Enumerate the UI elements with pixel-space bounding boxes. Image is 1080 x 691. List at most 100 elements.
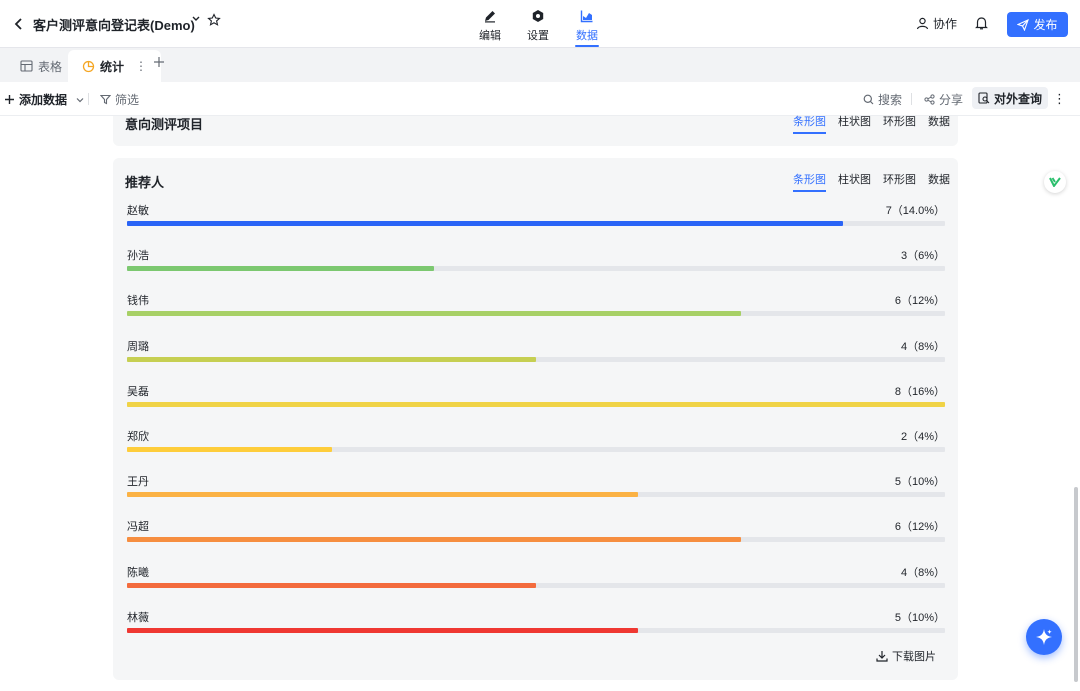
download-label: 下载图片 [892, 651, 936, 663]
bar-row: 陈曦 4（8%） [127, 564, 945, 590]
bar-value-label: 7（14.0%） [885, 205, 945, 217]
card-title: 意向测评项目 [125, 117, 204, 132]
bar-label: 郑欣 [127, 431, 149, 443]
tab-raw-data[interactable]: 数据 [928, 171, 950, 192]
bar-track [127, 582, 945, 588]
bar-track [127, 537, 945, 543]
bar-row: 孙浩 3（6%） [127, 247, 945, 273]
tab-table[interactable]: 表格 [20, 50, 62, 82]
bar-track [127, 266, 945, 272]
bar-label: 林薇 [127, 611, 149, 624]
bar-fill [127, 401, 945, 407]
more-options-icon[interactable]: ⋮ [1053, 91, 1066, 107]
more-icon[interactable]: ⋮ [135, 59, 147, 73]
tab-stats-label: 统计 [100, 59, 125, 74]
send-icon [1017, 18, 1030, 31]
bar-label: 吴磊 [127, 385, 149, 398]
bar-fill [127, 582, 536, 588]
chart-card-referrer: 推荐人 条形图 柱状图 环形图 数据 赵敏 7（14.0%） 孙浩 3（6%） 钱伟 6（… [113, 158, 958, 680]
bar-fill [127, 492, 638, 498]
bar-fill [127, 537, 741, 543]
external-query-label: 对外查询 [994, 91, 1043, 106]
toolbar: 添加数据 筛选 搜索 分享 [0, 82, 1080, 116]
bar-track [127, 401, 945, 407]
form-title[interactable]: 客户测评意向登记表(Demo) [33, 15, 195, 34]
bar-row: 钱伟 6（12%） [127, 292, 945, 318]
bar-fill [127, 221, 843, 226]
bar-value-label: 6（12%） [894, 295, 945, 308]
add-tab-icon[interactable] [153, 55, 165, 73]
gear-icon [518, 8, 558, 24]
download-image-button[interactable]: 下载图片 [876, 648, 936, 664]
bar-label: 孙浩 [127, 250, 149, 263]
tab-table-label: 表格 [38, 59, 63, 74]
bell-icon[interactable] [972, 14, 990, 32]
tab-settings-label: 设置 [527, 30, 549, 42]
bar-value-label: 8（16%） [894, 385, 945, 398]
filter-button[interactable]: 筛选 [100, 91, 139, 108]
tab-bar-chart[interactable]: 条形图 [793, 171, 826, 192]
pen-icon [470, 8, 510, 24]
bar-fill [127, 356, 536, 362]
search-button[interactable]: 搜索 [863, 91, 902, 108]
bar-row: 周璐 4（8%） [127, 338, 945, 364]
add-data-label: 添加数据 [19, 93, 68, 107]
tab-edit-label: 编辑 [479, 30, 501, 42]
bar-track [127, 356, 945, 362]
publish-button[interactable]: 发布 [1007, 12, 1068, 37]
chart-card-intent: 意向测评项目 条形图 柱状图 环形图 数据 [113, 116, 958, 146]
ai-sparkle-button[interactable] [1026, 619, 1062, 655]
bar-row: 林薇 5（10%） [127, 609, 945, 635]
share-icon [924, 94, 935, 105]
assistant-badge-icon[interactable] [1044, 171, 1066, 193]
bar-value-label: 4（8%） [900, 340, 945, 353]
chart-type-tabs: 条形图 柱状图 环形图 数据 [793, 113, 950, 134]
collaborate-label: 协作 [933, 17, 958, 31]
user-icon [916, 17, 929, 30]
bar-label: 周璐 [127, 340, 149, 353]
bar-value-label: 5（10%） [894, 611, 945, 624]
external-query-button[interactable]: 对外查询 [972, 87, 1049, 109]
bar-fill [127, 266, 434, 272]
filter-label: 筛选 [115, 93, 140, 107]
tab-column-chart[interactable]: 柱状图 [838, 113, 871, 134]
bar-value-label: 6（12%） [894, 521, 945, 534]
publish-label: 发布 [1033, 18, 1058, 32]
bar-fill [127, 627, 638, 633]
tab-settings[interactable]: 设置 [518, 8, 558, 43]
tab-stats[interactable]: 统计 ⋮ [68, 50, 162, 82]
share-label: 分享 [939, 93, 964, 107]
bar-track [127, 627, 945, 633]
top-header: 客户测评意向登记表(Demo) 编辑 设置 数据 协作 发布 [0, 0, 1080, 48]
tab-column-chart[interactable]: 柱状图 [838, 171, 871, 192]
back-icon[interactable] [10, 14, 28, 34]
tab-donut-chart[interactable]: 环形图 [883, 171, 916, 192]
bar-value-label: 3（6%） [900, 250, 945, 263]
collaborate-button[interactable]: 协作 [916, 15, 957, 32]
share-button[interactable]: 分享 [924, 91, 963, 108]
search-icon [863, 94, 874, 105]
plus-icon [5, 95, 14, 104]
tab-donut-chart[interactable]: 环形图 [883, 113, 916, 134]
chart-type-tabs: 条形图 柱状图 环形图 数据 [793, 171, 950, 192]
search-label: 搜索 [878, 93, 903, 107]
pie-chart-icon [82, 60, 95, 72]
tab-edit[interactable]: 编辑 [470, 8, 510, 43]
tab-raw-data[interactable]: 数据 [928, 113, 950, 134]
star-icon[interactable] [207, 13, 221, 30]
bar-label: 冯超 [127, 521, 149, 534]
tab-data[interactable]: 数据 [567, 8, 607, 47]
query-icon [978, 92, 990, 104]
bar-label: 陈曦 [127, 566, 149, 579]
divider [88, 93, 89, 105]
divider [911, 93, 912, 105]
bar-value-label: 5（10%） [894, 476, 945, 489]
bar-row: 王丹 5（10%） [127, 473, 945, 499]
card-title: 推荐人 [125, 175, 165, 190]
filter-icon [100, 94, 111, 105]
tab-bar-chart[interactable]: 条形图 [793, 113, 826, 134]
add-data-button[interactable]: 添加数据 [4, 91, 85, 108]
scrollbar[interactable] [1074, 487, 1078, 682]
chevron-down-icon[interactable] [191, 14, 201, 27]
chevron-down-icon [76, 97, 84, 102]
